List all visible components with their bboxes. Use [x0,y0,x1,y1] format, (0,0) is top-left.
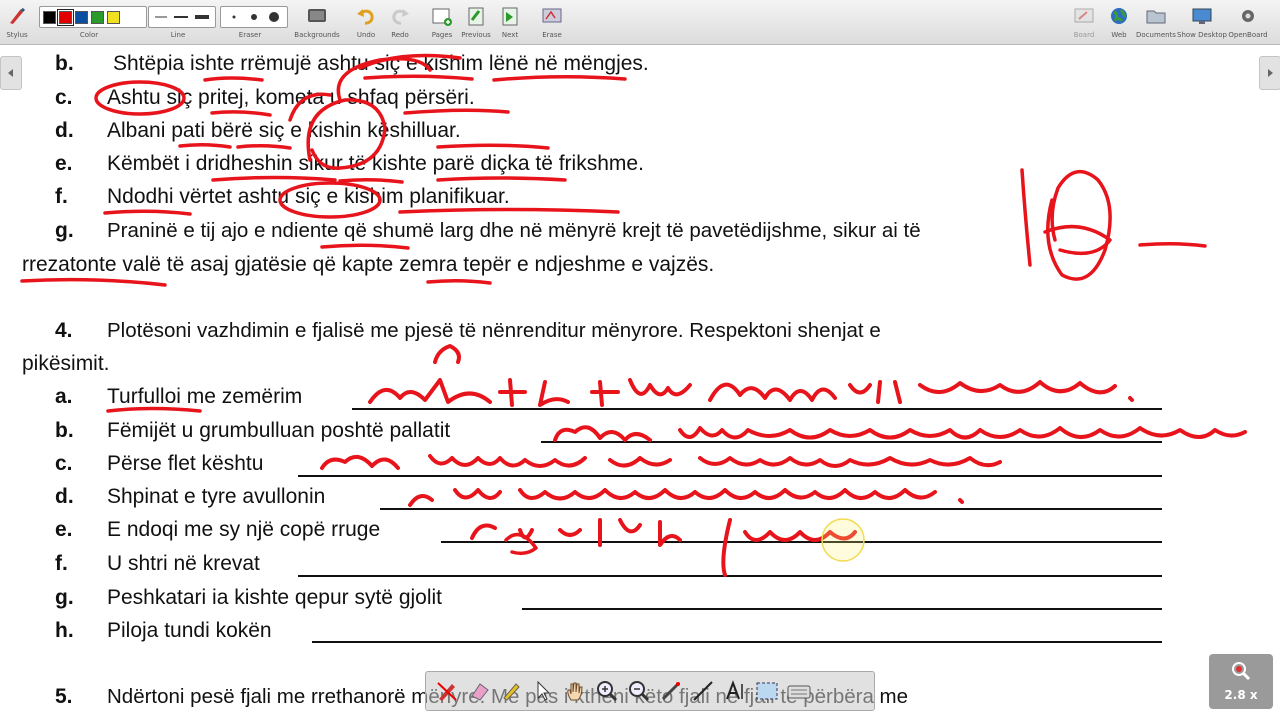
answer-line[interactable] [298,475,1162,477]
next-label: Next [501,31,519,39]
web-label: Web [1111,31,1127,39]
exercise-sentence: Këmbët i dridheshin sikur të kishte parë… [107,152,644,175]
document-page[interactable]: b. Shtëpia ishte rrëmujë ashtu siç e kis… [0,44,1280,720]
sentence-prompt: Fëmijët u grumbulluan poshtë pallatit [107,419,451,442]
answer-line[interactable] [352,408,1162,410]
erase-label: Erase [542,31,562,39]
item-letter: e. [55,518,73,541]
eraser-size-selector[interactable] [220,6,288,28]
erase-icon[interactable] [541,6,563,26]
color-swatch-red[interactable] [57,8,74,26]
item-letter: d. [55,119,74,142]
color-label: Color [79,31,99,39]
line-label: Line [170,31,186,39]
text-tool-icon[interactable] [722,678,748,704]
keyboard-icon[interactable] [786,678,812,704]
task-number: 4. [55,319,73,342]
capture-tool-icon[interactable] [754,678,780,704]
sentence-prompt: Shpinat e tyre avullonin [107,485,326,508]
sentence-prompt: Turfulloi me zemërim [107,385,303,408]
task-number: 5. [55,685,73,708]
line-width-selector[interactable] [148,6,216,28]
undo-label: Undo [356,31,376,39]
sentence-prompt: Piloja tundi kokën [107,619,272,642]
stylus-label: Stylus [6,31,28,39]
item-letter: a. [55,385,73,408]
exercise-sentence: Ndodhi vërtet ashtu siç e kishim planifi… [107,185,510,208]
item-letter: h. [55,619,74,642]
task-instruction-continued: pikësimit. [22,352,110,375]
answer-line[interactable] [298,575,1162,577]
item-letter: b. [55,52,74,75]
answer-line[interactable] [522,608,1162,610]
color-palette[interactable] [39,6,147,28]
laser-pointer-icon[interactable] [658,678,684,704]
item-letter: b. [55,419,74,442]
board-icon[interactable] [1073,6,1095,26]
zoom-in-icon[interactable] [594,678,620,704]
show-desktop-icon[interactable] [1191,6,1213,26]
eraser-tool-icon[interactable] [466,678,492,704]
exercise-sentence: Shtëpia ishte rrëmujë ashtu siç e kishim… [113,52,649,75]
task-instruction: Plotësoni vazhdimin e fjalisë me pjesë t… [107,319,881,342]
color-swatch-yellow[interactable] [107,10,120,24]
sentence-prompt: Përse flet kështu [107,452,264,475]
sentence-prompt: Peshkatari ia kishte qepur sytë gjolit [107,586,443,609]
pages-icon[interactable] [431,6,453,26]
openboard-settings-icon[interactable] [1237,6,1259,26]
select-pointer-icon[interactable] [530,678,556,704]
line-tool-icon[interactable] [690,678,716,704]
answer-line[interactable] [380,508,1162,510]
documents-label: Documents [1136,31,1176,39]
previous-label: Previous [461,31,491,39]
zoom-level-text: 2.8 x [1224,688,1258,702]
eraser-label: Eraser [238,31,262,39]
next-icon[interactable] [499,6,521,26]
answer-line[interactable] [312,641,1162,643]
undo-icon[interactable] [355,6,377,26]
zoom-out-icon[interactable] [626,678,652,704]
color-swatch-green[interactable] [91,10,104,24]
backgrounds-icon[interactable] [306,6,328,26]
exercise-sentence-continued: rrezatonte valë të asaj gjatësie që kapt… [22,253,715,276]
sentence-prompt: U shtri në krevat [107,552,260,575]
exercise-sentence: Ashtu siç pritej, kometa u shfaq përsëri… [107,86,475,109]
exercise-sentence: Praninë e tij ajo e ndiente që shumë lar… [107,219,921,242]
item-letter: f. [55,552,68,575]
pen-tool-icon[interactable] [434,678,460,704]
web-globe-icon[interactable] [1108,6,1130,26]
floating-tool-palette [425,671,875,711]
answer-line[interactable] [441,541,1162,543]
item-letter: c. [55,86,73,109]
sentence-prompt: E ndoqi me sy një copë rruge [107,518,381,541]
openboard-label: OpenBoard [1228,31,1268,39]
item-letter: c. [55,452,73,475]
item-letter: g. [55,586,74,609]
item-letter: g. [55,219,74,242]
item-letter: e. [55,152,73,175]
documents-folder-icon[interactable] [1145,6,1167,26]
answer-line[interactable] [541,441,1162,443]
redo-label: Redo [391,31,409,39]
item-letter: f. [55,185,68,208]
redo-icon[interactable] [389,6,411,26]
hand-pan-icon[interactable] [562,678,588,704]
color-swatch-black[interactable] [43,10,56,24]
color-swatch-blue[interactable] [75,10,88,24]
pages-label: Pages [431,31,453,39]
stylus-icon[interactable] [6,6,28,26]
top-toolbar: Stylus Color Line Eraser Backgrounds Und… [0,0,1280,45]
previous-icon[interactable] [465,6,487,26]
board-label: Board [1073,31,1095,39]
exercise-sentence: Albani pati bërë siç e kishin këshilluar… [107,119,461,142]
marker-tool-icon[interactable] [498,678,524,704]
show-desktop-label: Show Desktop [1177,31,1227,39]
backgrounds-label: Backgrounds [294,31,340,39]
zoom-indicator[interactable]: 2.8 x [1209,654,1273,709]
item-letter: d. [55,485,74,508]
magnifier-icon [1232,662,1251,681]
